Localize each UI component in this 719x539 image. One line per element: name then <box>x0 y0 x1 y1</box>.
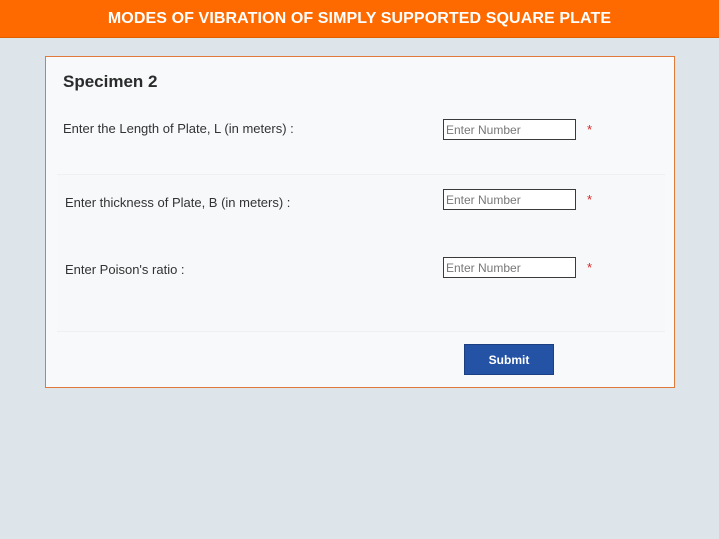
section-title: Specimen 2 <box>63 72 158 91</box>
thickness-label: Enter thickness of Plate, B (in meters) … <box>65 195 291 210</box>
length-input[interactable] <box>443 119 576 140</box>
plate-properties-panel: Enter thickness of Plate, B (in meters) … <box>57 174 665 332</box>
poisson-ratio-input[interactable] <box>443 257 576 278</box>
length-required-mark: * <box>587 122 593 137</box>
poisson-ratio-label: Enter Poison's ratio : <box>65 262 185 277</box>
poisson-ratio-required-mark: * <box>587 260 593 275</box>
page-title-banner: MODES OF VIBRATION OF SIMPLY SUPPORTED S… <box>0 0 719 38</box>
thickness-required-mark: * <box>587 192 593 207</box>
submit-button[interactable]: Submit <box>464 344 554 375</box>
page-title: MODES OF VIBRATION OF SIMPLY SUPPORTED S… <box>107 10 612 27</box>
specimen-form-card: Specimen 2 Enter the Length of Plate, L … <box>45 56 675 388</box>
length-label: Enter the Length of Plate, L (in meters)… <box>63 121 294 136</box>
thickness-input[interactable] <box>443 189 576 210</box>
